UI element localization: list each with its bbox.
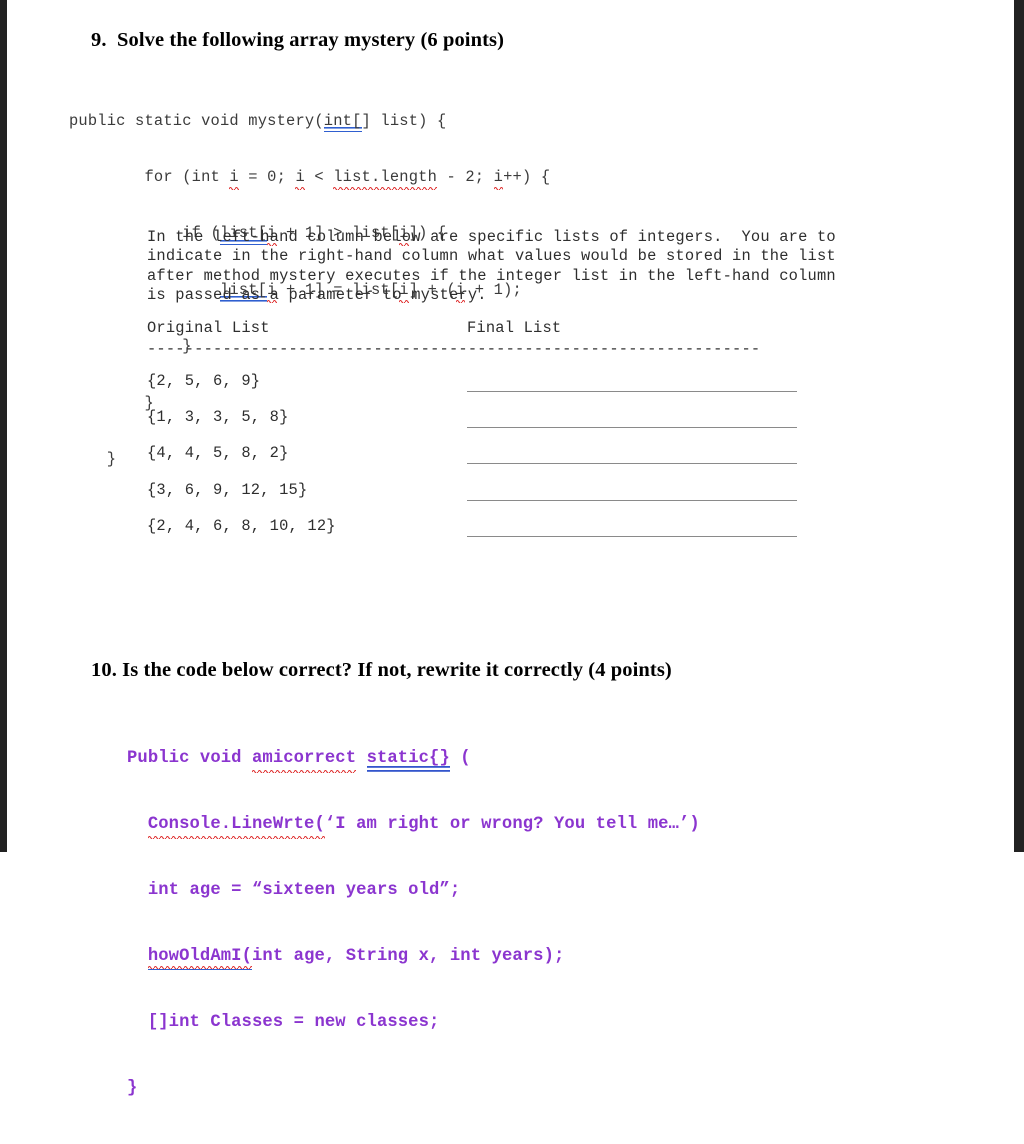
- buggy-code-line-3: int age = “sixteen years old”;: [127, 881, 461, 900]
- spell-underline-amicorrect: amicorrect: [251, 748, 357, 773]
- table-row: {2, 5, 6, 9}: [147, 372, 807, 408]
- column-header-final-list: Final List: [467, 319, 562, 337]
- grammar-underline-static: static{}: [366, 748, 450, 772]
- question-10-number: 10.: [91, 659, 117, 681]
- list-table-body: {2, 5, 6, 9} {1, 3, 3, 5, 8} {4, 4, 5, 8…: [147, 372, 807, 553]
- code-text: int age, String x, int years);: [252, 947, 565, 966]
- final-list-answer-line[interactable]: [467, 499, 797, 501]
- code-text: ‘I am right or wrong? You tell me…’): [324, 815, 700, 834]
- final-list-answer-line[interactable]: [467, 535, 797, 537]
- final-list-answer-line[interactable]: [467, 463, 797, 465]
- buggy-code-line-2: Console.LineWrte(‘I am right or wrong? Y…: [127, 814, 700, 839]
- spell-underline-i: i: [295, 167, 305, 190]
- spell-underline-howoldami: howOldAmI(: [147, 946, 252, 970]
- final-list-answer-line[interactable]: [467, 391, 797, 392]
- question-9-heading: 9. Solve the following array mystery (6 p…: [91, 29, 504, 52]
- spell-underline-console-linewrte: Console.LineWrte(: [147, 814, 325, 839]
- grammar-underline-int-array: int[: [323, 111, 362, 133]
- code-text: Public void: [127, 749, 252, 768]
- question-9-number: 9.: [91, 29, 107, 51]
- instructions-line-4: is passed as a parameter to mystery.: [147, 286, 487, 305]
- code-text: ++) {: [503, 167, 551, 186]
- code-text: public static void mystery(: [69, 111, 324, 130]
- question-10-title: Is the code below correct? If not, rewri…: [122, 659, 672, 681]
- code-text: for (int: [69, 167, 230, 186]
- code-text: = 0;: [238, 167, 296, 186]
- buggy-code-line-6: }: [127, 1079, 138, 1098]
- instructions-line-3: after method mystery executes if the int…: [147, 266, 836, 285]
- table-separator-rule: ----------------------------------------…: [147, 340, 761, 358]
- exam-page: 9. Solve the following array mystery (6 p…: [0, 0, 1024, 1098]
- instructions-paragraph: In the left-hand column below are specif…: [147, 228, 836, 306]
- original-list-value: {3, 6, 9, 12, 15}: [147, 480, 308, 499]
- question-9-title: Solve the following array mystery (6 poi…: [117, 29, 505, 51]
- spell-underline-list-length: list.length: [333, 167, 438, 190]
- table-row: {2, 4, 6, 8, 10, 12}: [147, 517, 807, 553]
- table-row: {1, 3, 3, 5, 8}: [147, 408, 807, 444]
- original-list-value: {2, 4, 6, 8, 10, 12}: [147, 516, 336, 535]
- spell-underline-i: i: [493, 167, 504, 190]
- code-text: ] list) {: [361, 111, 447, 130]
- code-text: (: [449, 749, 471, 768]
- column-header-original-list: Original List: [147, 319, 270, 337]
- spell-underline-i: i: [229, 167, 239, 190]
- list-table-header: Original List Final List: [147, 319, 561, 339]
- final-list-answer-line[interactable]: [467, 427, 797, 429]
- code-line-2: for (int i = 0; i < list.length - 2; i++…: [69, 167, 551, 190]
- original-list-value: {2, 5, 6, 9}: [147, 372, 261, 390]
- buggy-code-line-1: Public void amicorrect static{} (: [127, 748, 700, 773]
- instructions-line-1: In the left-hand column below are specif…: [147, 228, 836, 246]
- table-row: {3, 6, 9, 12, 15}: [147, 481, 807, 517]
- code-line-1: public static void mystery(int[] list) {: [69, 111, 550, 133]
- buggy-code-line-5: []int Classes = new classes;: [127, 1013, 440, 1032]
- original-list-value: {4, 4, 5, 8, 2}: [147, 444, 289, 463]
- table-header-row: Original List Final List: [147, 319, 561, 339]
- instructions-line-2: indicate in the right-hand column what v…: [147, 247, 836, 266]
- code-text: <: [304, 167, 334, 186]
- buggy-code-block: Public void amicorrect static{} ( Consol…: [127, 704, 700, 1144]
- buggy-code-line-4: howOldAmI(int age, String x, int years);: [127, 946, 700, 970]
- question-10-heading: 10. Is the code below correct? If not, r…: [91, 659, 672, 682]
- table-row: {4, 4, 5, 8, 2}: [147, 444, 807, 480]
- code-text: - 2;: [437, 167, 494, 186]
- original-list-value: {1, 3, 3, 5, 8}: [147, 408, 289, 427]
